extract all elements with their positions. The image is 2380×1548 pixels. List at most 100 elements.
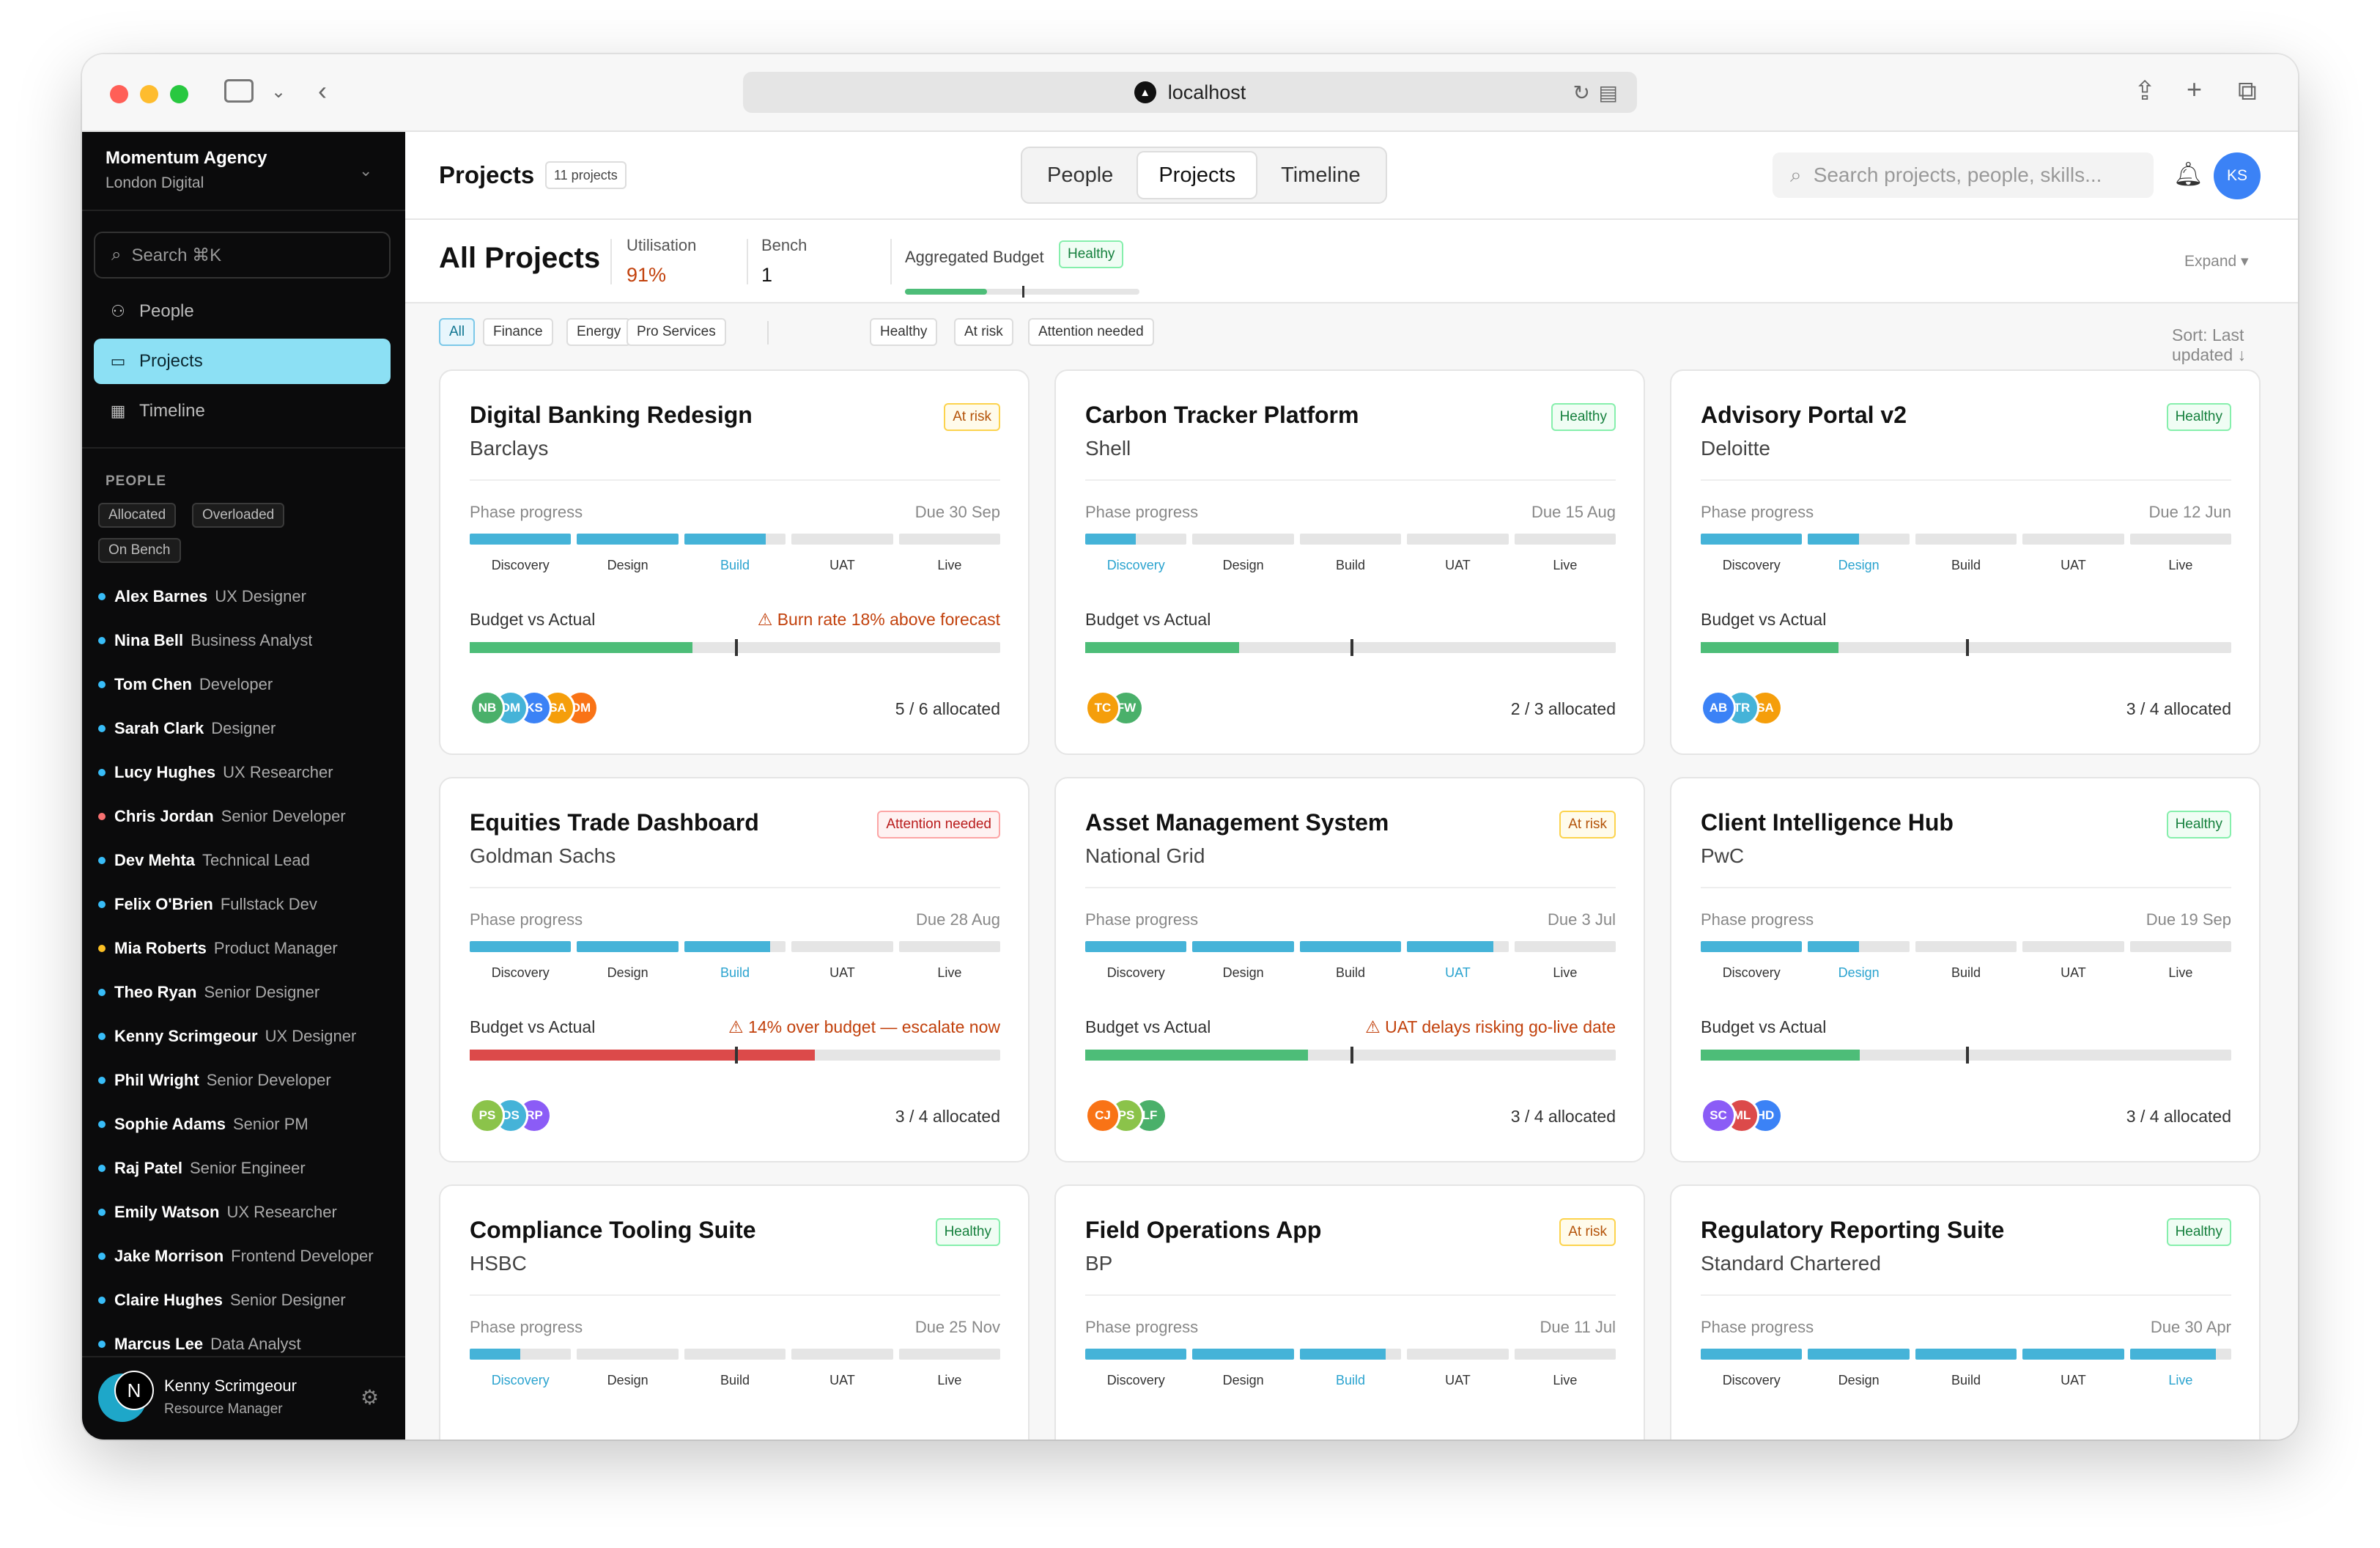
project-card[interactable]: Compliance Tooling Suite HSBC Healthy Ph… bbox=[439, 1184, 1030, 1440]
tab-timeline[interactable]: Timeline bbox=[1260, 152, 1381, 198]
close-window-button[interactable] bbox=[110, 85, 128, 103]
divider bbox=[1701, 479, 2231, 481]
avatar[interactable]: CJ bbox=[1085, 1098, 1120, 1133]
bell-icon[interactable]: 🔔︎ bbox=[2173, 160, 2203, 188]
phase-segment: Design bbox=[1192, 1349, 1294, 1388]
phase-fill bbox=[577, 941, 679, 952]
avatar[interactable]: NB bbox=[470, 690, 505, 726]
sidebar-item-projects[interactable]: ▭ Projects bbox=[94, 339, 391, 384]
avatar[interactable]: PS bbox=[470, 1098, 505, 1133]
list-item[interactable]: Chris Jordan Senior Developer bbox=[98, 795, 391, 838]
project-card[interactable]: Carbon Tracker Platform Shell Healthy Ph… bbox=[1054, 369, 1645, 755]
list-item[interactable]: Theo Ryan Senior Designer bbox=[98, 970, 391, 1014]
back-icon[interactable]: ‹ bbox=[318, 76, 327, 106]
project-card[interactable]: Field Operations App BP At risk Phase pr… bbox=[1054, 1184, 1645, 1440]
avatar[interactable]: SC bbox=[1701, 1098, 1736, 1133]
budget-vs-actual-label: Budget vs Actual bbox=[1701, 1017, 1827, 1036]
project-card[interactable]: Regulatory Reporting Suite Standard Char… bbox=[1670, 1184, 2261, 1440]
user-footer[interactable]: N Kenny Scrimgeour Resource Manager ⚙ bbox=[82, 1356, 405, 1440]
list-item[interactable]: Sarah Clark Designer bbox=[98, 707, 391, 751]
person-role: Senior Developer bbox=[221, 807, 346, 825]
phase-label: UAT bbox=[1445, 1373, 1471, 1387]
new-tab-icon[interactable]: + bbox=[2187, 75, 2202, 104]
expand-button[interactable]: Expand ▾ bbox=[2184, 252, 2249, 270]
phase-fill bbox=[1701, 534, 1803, 545]
phase-segment: Live bbox=[2129, 941, 2232, 981]
reader-icon[interactable]: ▤ bbox=[1599, 81, 1618, 105]
phase-segment: Design bbox=[577, 941, 679, 981]
tabs-overview-icon[interactable]: ⧉ bbox=[2238, 76, 2257, 106]
filter-chip[interactable]: Healthy bbox=[870, 318, 938, 346]
people-filter-on-bench[interactable]: On Bench bbox=[98, 538, 181, 563]
filter-chip[interactable]: Pro Services bbox=[627, 318, 726, 346]
chevron-down-icon[interactable]: ⌄ bbox=[359, 161, 372, 180]
person-role: Frontend Developer bbox=[231, 1247, 374, 1265]
phase-label: Discovery bbox=[491, 965, 550, 980]
sort-dropdown[interactable]: Sort: Last updated ↓ bbox=[2172, 325, 2298, 365]
status-badge: Healthy bbox=[1551, 403, 1616, 431]
list-item[interactable]: Lucy Hughes UX Researcher bbox=[98, 751, 391, 795]
phase-label: Build bbox=[1951, 558, 1981, 572]
phase-progress-label: Phase progress bbox=[470, 910, 583, 929]
project-card[interactable]: Digital Banking Redesign Barclays At ris… bbox=[439, 369, 1030, 755]
list-item[interactable]: Raj Patel Senior Engineer bbox=[98, 1146, 391, 1190]
list-item[interactable]: Phil Wright Senior Developer bbox=[98, 1058, 391, 1102]
avatar[interactable]: TC bbox=[1085, 690, 1120, 726]
phase-segment: Live bbox=[898, 534, 1001, 573]
phase-label: UAT bbox=[829, 965, 855, 980]
search-input[interactable]: ⌕ Search projects, people, skills... bbox=[1773, 152, 2154, 198]
avatar[interactable]: AB bbox=[1701, 690, 1736, 726]
phase-progress: Discovery Design Build UAT Live bbox=[470, 534, 1001, 573]
filter-chip[interactable]: All bbox=[439, 318, 476, 346]
minimize-window-button[interactable] bbox=[140, 85, 158, 103]
project-card[interactable]: Client Intelligence Hub PwC Healthy Phas… bbox=[1670, 777, 2261, 1162]
project-card[interactable]: Advisory Portal v2 Deloitte Healthy Phas… bbox=[1670, 369, 2261, 755]
sidebar-search[interactable]: ⌕ Search ⌘K bbox=[94, 232, 391, 279]
filter-chip[interactable]: Attention needed bbox=[1028, 318, 1154, 346]
phase-progress: Discovery Design Build UAT Live bbox=[1701, 1349, 2232, 1388]
project-card[interactable]: Asset Management System National Grid At… bbox=[1054, 777, 1645, 1162]
reload-icon[interactable]: ↻ bbox=[1573, 81, 1590, 105]
phase-label: Build bbox=[1336, 965, 1366, 980]
chevron-down-icon[interactable]: ⌄ bbox=[271, 78, 286, 107]
gear-icon[interactable]: ⚙ bbox=[361, 1385, 379, 1409]
maximize-window-button[interactable] bbox=[170, 85, 188, 103]
phase-label: Build bbox=[1951, 1373, 1981, 1387]
project-title: Regulatory Reporting Suite bbox=[1701, 1217, 2005, 1243]
avatar[interactable]: KS bbox=[2214, 152, 2261, 199]
list-item[interactable]: Dev Mehta Technical Lead bbox=[98, 838, 391, 882]
list-item[interactable]: Claire Hughes Senior Designer bbox=[98, 1278, 391, 1322]
list-item[interactable]: Nina Bell Business Analyst bbox=[98, 619, 391, 663]
phase-fill bbox=[684, 941, 771, 952]
sidebar-toggle-icon[interactable] bbox=[224, 79, 254, 103]
sidebar-item-timeline[interactable]: ▦ Timeline bbox=[94, 388, 391, 434]
phase-segment: Design bbox=[577, 534, 679, 573]
sidebar-item-people[interactable]: ⚇ People bbox=[94, 289, 391, 334]
filter-chip[interactable]: At risk bbox=[954, 318, 1013, 346]
list-item[interactable]: Felix O'Brien Fullstack Dev bbox=[98, 882, 391, 926]
due-date: Due 19 Sep bbox=[2146, 910, 2231, 929]
phase-segment: Design bbox=[1808, 1349, 1910, 1388]
workspace-switcher[interactable]: Momentum Agency London Digital bbox=[106, 148, 267, 192]
people-filter-overloaded[interactable]: Overloaded bbox=[192, 503, 285, 528]
tab-people[interactable]: People bbox=[1027, 152, 1134, 198]
people-filter-allocated[interactable]: Allocated bbox=[98, 503, 177, 528]
filter-chip[interactable]: Energy bbox=[566, 318, 632, 346]
status-dot bbox=[98, 1033, 106, 1040]
list-item[interactable]: Jake Morrison Frontend Developer bbox=[98, 1234, 391, 1278]
list-item[interactable]: Emily Watson UX Researcher bbox=[98, 1190, 391, 1234]
phase-fill bbox=[2022, 1349, 2124, 1360]
list-item[interactable]: Mia Roberts Product Manager bbox=[98, 926, 391, 970]
address-bar[interactable]: ▲ localhost ↻ ▤ bbox=[743, 72, 1637, 113]
project-card[interactable]: Equities Trade Dashboard Goldman Sachs A… bbox=[439, 777, 1030, 1162]
list-item[interactable]: Tom Chen Developer bbox=[98, 663, 391, 707]
phase-bar bbox=[791, 1349, 893, 1360]
person-role: Senior Engineer bbox=[189, 1159, 306, 1177]
tab-projects[interactable]: Projects bbox=[1138, 152, 1257, 198]
project-client: Goldman Sachs bbox=[470, 844, 616, 867]
list-item[interactable]: Alex Barnes UX Designer bbox=[98, 575, 391, 619]
list-item[interactable]: Sophie Adams Senior PM bbox=[98, 1102, 391, 1146]
share-icon[interactable]: ⇪ bbox=[2134, 76, 2156, 106]
list-item[interactable]: Kenny Scrimgeour UX Designer bbox=[98, 1014, 391, 1058]
filter-chip[interactable]: Finance bbox=[483, 318, 553, 346]
